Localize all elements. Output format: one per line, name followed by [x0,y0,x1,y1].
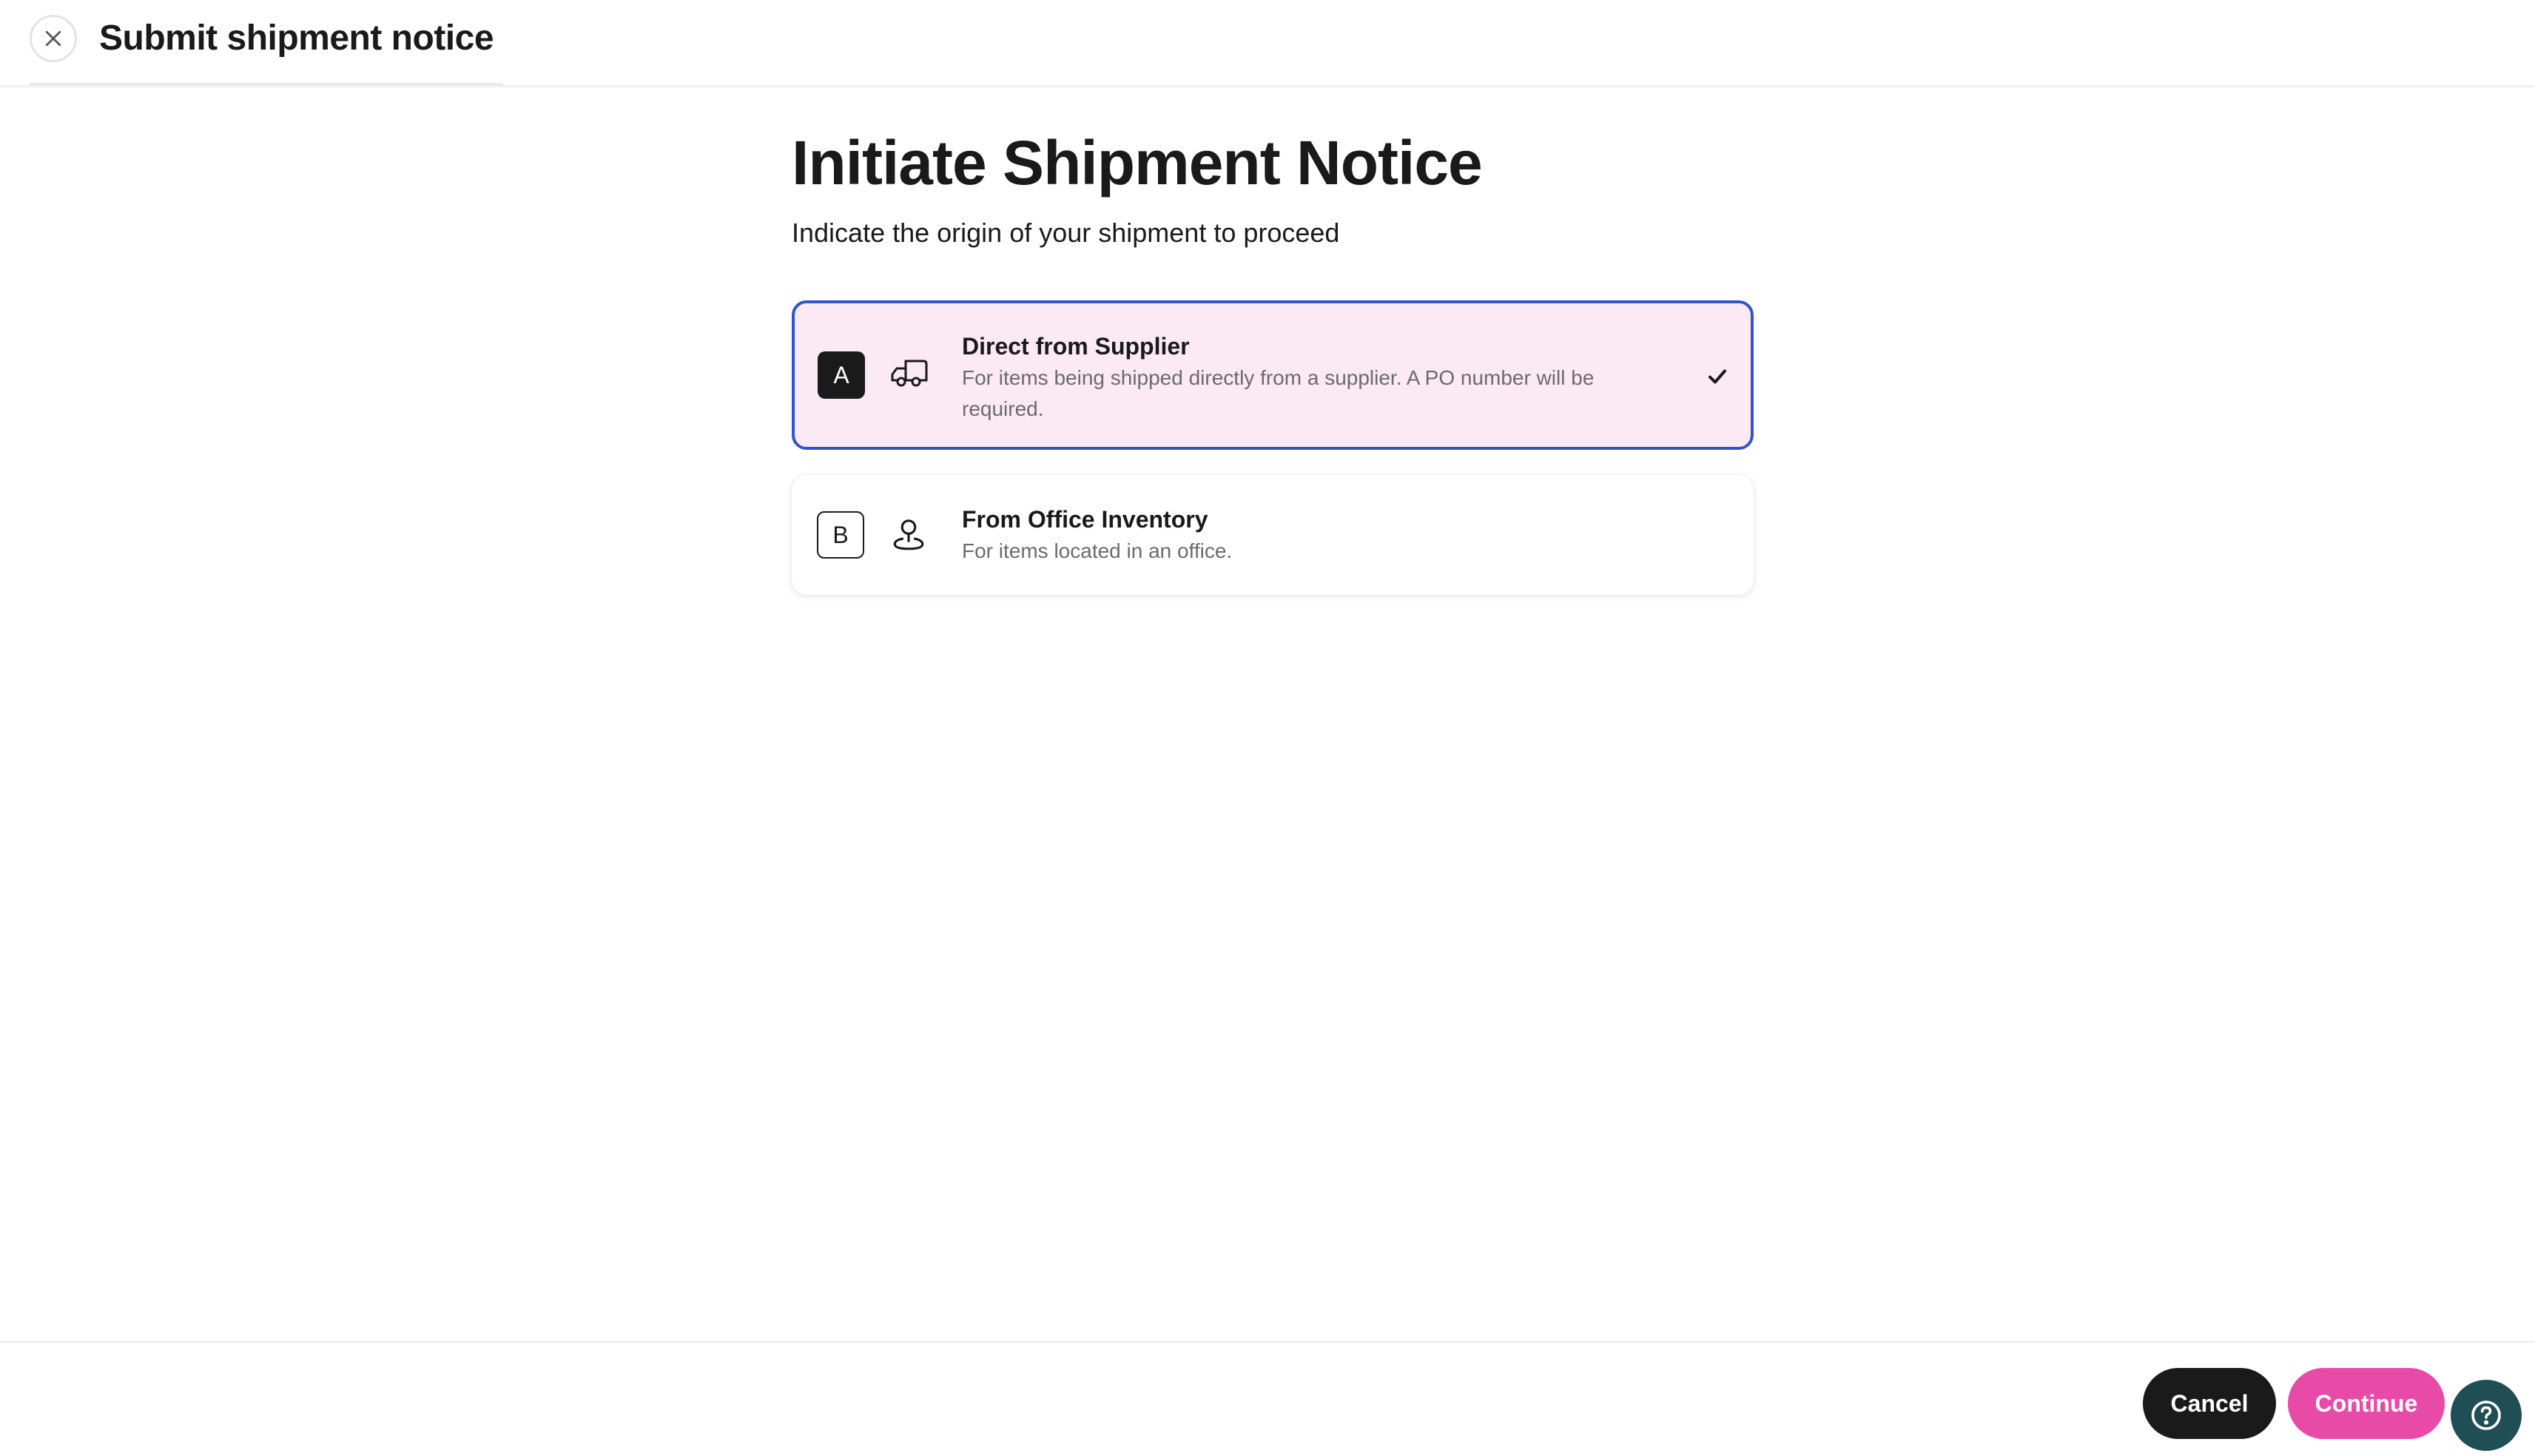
option-title: Direct from Supplier [962,333,1190,360]
header-divider [30,83,503,85]
help-icon [2471,1401,2501,1430]
continue-button[interactable]: Continue [2288,1368,2445,1439]
option-letter-badge: B [817,511,864,559]
help-button[interactable] [2451,1380,2522,1451]
location-pin-icon [888,514,929,556]
page-subtitle: Indicate the origin of your shipment to … [792,218,1340,248]
option-description: For items located in an office. [962,539,1233,562]
header-title: Submit shipment notice [99,18,494,58]
option-letter-badge: A [818,351,865,399]
option-from-office-inventory[interactable]: B From Office Inventory For items locate… [792,475,1754,595]
truck-icon [889,354,930,395]
option-title: From Office Inventory [962,506,1208,533]
option-text: From Office Inventory For items located … [962,503,1643,567]
option-direct-from-supplier[interactable]: A Direct from Supplier For items being s… [792,300,1754,450]
footer-bar: Cancel Continue [0,1341,2535,1456]
page-title: Initiate Shipment Notice [792,128,1483,198]
option-text: Direct from Supplier For items being shi… [962,330,1640,425]
close-icon [45,30,61,47]
option-description: For items being shipped directly from a … [962,366,1595,420]
checkmark-icon [1708,369,1726,384]
header-bar: Submit shipment notice [0,0,2535,87]
main-content: Initiate Shipment Notice Indicate the or… [792,118,1754,595]
close-button[interactable] [30,15,77,62]
cancel-button[interactable]: Cancel [2143,1368,2276,1439]
origin-options: A Direct from Supplier For items being s… [792,300,1754,595]
